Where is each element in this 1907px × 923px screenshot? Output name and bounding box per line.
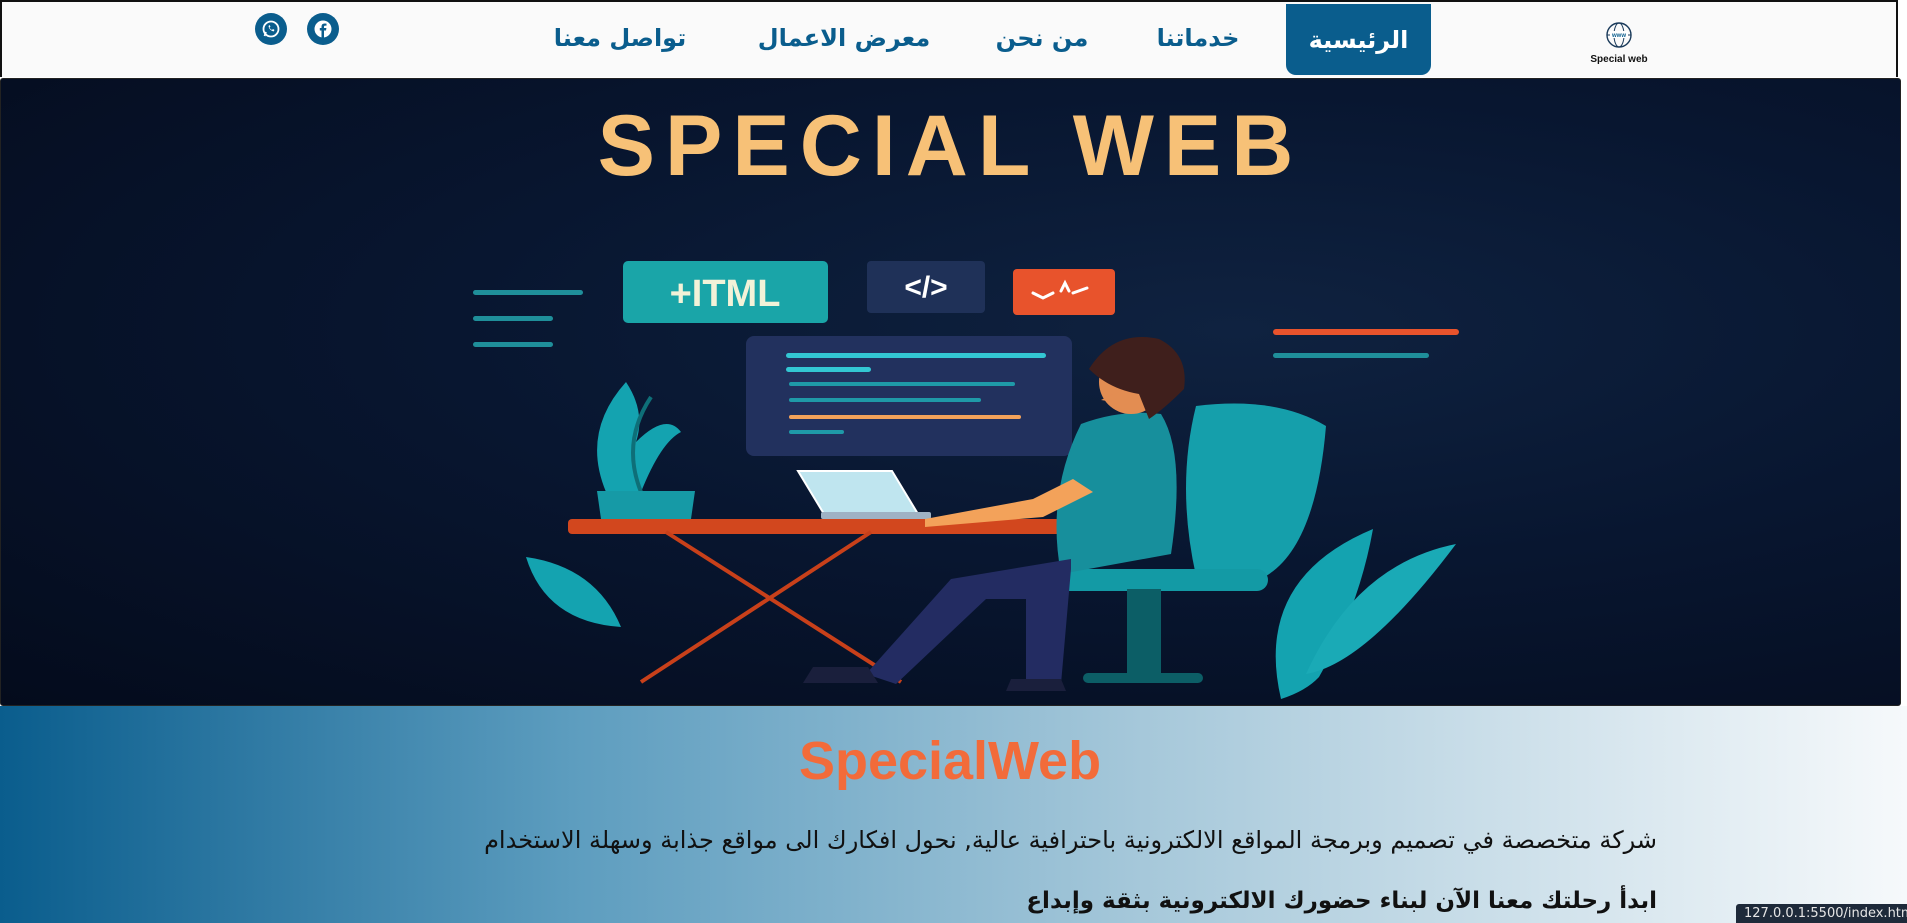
nav-home[interactable]: الرئيسية [1286,4,1431,75]
company-description: شركة متخصصة في تصميم وبرمجة المواقع الال… [484,826,1657,854]
nav-about[interactable]: من نحن [990,2,1094,74]
nav-portfolio[interactable]: معرض الاعمال [754,2,934,74]
developer-illustration: +ITML </> [473,261,1459,699]
html-tag-text: +ITML [670,273,781,315]
nav-services[interactable]: خدماتنا [1148,2,1248,74]
site-logo[interactable]: www Special web [1584,21,1654,69]
globe-www-icon: www [1606,22,1632,48]
about-section: SpecialWeb شركة متخصصة في تصميم وبرمجة ا… [0,706,1907,923]
hero-banner: SPECIAL WEB +ITML </> [0,78,1901,706]
orange-tag-badge [1013,269,1115,315]
html-tag-badge: +ITML [623,261,828,323]
nav-contact[interactable]: تواصل معنا [550,2,690,74]
company-tagline: ابدأ رحلتك معنا الآن لبناء حضورك الالكتر… [1026,888,1657,914]
logo-text: Special web [1590,54,1648,65]
brand-heading: SpecialWeb [798,731,1102,791]
browser-status-url: 127.0.0.1:5500/index.html [1736,904,1907,923]
whatsapp-icon[interactable] [255,13,287,45]
code-tag-text: </> [904,271,947,304]
facebook-icon[interactable] [307,13,339,45]
svg-text:www: www [1611,33,1626,39]
code-tag-badge: </> [867,261,985,313]
top-navbar: الرئيسية خدماتنا من نحن معرض الاعمال توا… [0,0,1898,77]
